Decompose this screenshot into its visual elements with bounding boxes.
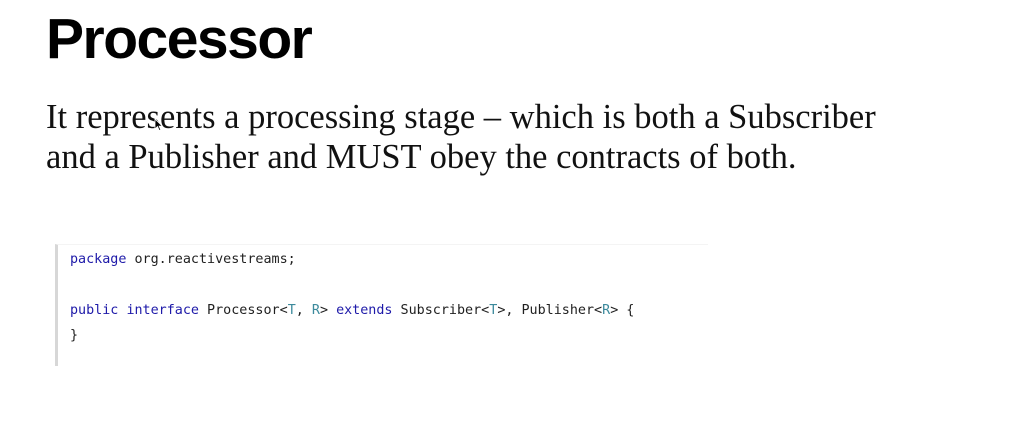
mouse-cursor-icon xyxy=(154,118,164,132)
slide-title: Processor xyxy=(46,7,313,71)
keyword-package: package xyxy=(70,252,127,267)
code-line-close: } xyxy=(70,328,78,343)
type-param-t: T xyxy=(287,303,296,318)
code-line-interface-declaration: public interface Processor<T, R> extends… xyxy=(70,303,634,318)
keyword-extends: extends xyxy=(336,303,393,318)
publisher-type: >, Publisher< xyxy=(497,303,603,318)
subscriber-type: Subscriber< xyxy=(392,303,490,318)
code-line-package: package org.reactivestreams; xyxy=(70,252,296,267)
code-comma: , xyxy=(295,303,312,318)
code-close-generic: > xyxy=(319,303,337,318)
code-snippet: package org.reactivestreams; public inte… xyxy=(55,244,708,366)
close-brace: } xyxy=(70,328,79,343)
keyword-public: public xyxy=(70,303,119,318)
description-line-1: It represents a processing stage – which… xyxy=(46,98,876,136)
open-brace: > { xyxy=(610,303,635,318)
type-param-r: R xyxy=(311,303,320,318)
interface-name: Processor< xyxy=(199,303,288,318)
package-name: org.reactivestreams; xyxy=(126,252,296,267)
type-param-r-2: R xyxy=(602,303,611,318)
slide-description: It represents a processing stage – which… xyxy=(46,97,1006,177)
description-line-2: and a Publisher and MUST obey the contra… xyxy=(46,138,797,176)
keyword-interface: interface xyxy=(126,303,199,318)
